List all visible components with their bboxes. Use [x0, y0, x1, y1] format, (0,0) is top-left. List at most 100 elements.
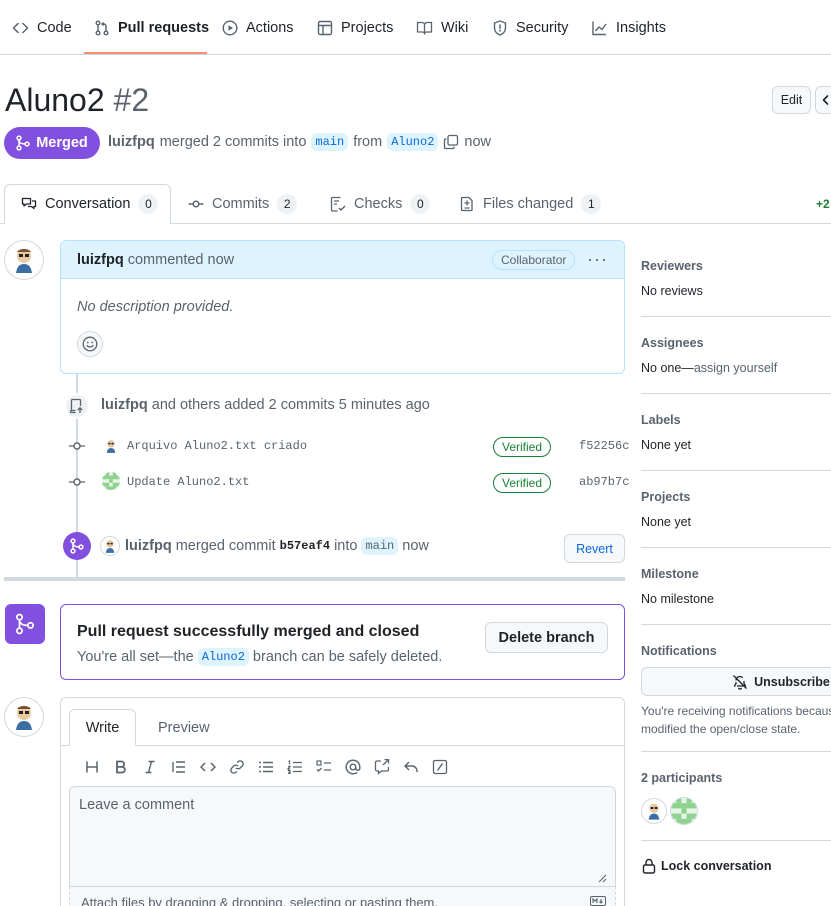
quote-icon[interactable]: [164, 756, 193, 778]
code-icon[interactable]: [193, 756, 222, 778]
merge-status-title: Pull request successfully merged and clo…: [77, 623, 420, 640]
bold-icon[interactable]: [106, 756, 135, 778]
tab-checks[interactable]: Checks 0: [330, 184, 431, 224]
reply-icon[interactable]: [396, 756, 425, 778]
reviewers-value: No reviews: [641, 284, 703, 298]
nav-security-label: Security: [516, 19, 569, 36]
projects-title[interactable]: Projects: [641, 490, 831, 504]
user-avatar-icon: [103, 438, 119, 454]
commits-author[interactable]: luizfpq: [101, 397, 148, 413]
tab-files-changed-label: Files changed: [483, 196, 574, 212]
comment-author[interactable]: luizfpq: [77, 252, 124, 268]
participant-avatar[interactable]: [641, 798, 667, 824]
avatar[interactable]: [4, 240, 44, 280]
merge-author[interactable]: luizfpq: [125, 538, 172, 554]
assignees-title[interactable]: Assignees: [641, 336, 831, 350]
attach-files-hint[interactable]: Attach files by dragging & dropping, sel…: [69, 886, 616, 906]
nav-code[interactable]: Code: [12, 0, 72, 55]
merge-status-desc: You're all set—the Aluno2 branch can be …: [77, 648, 442, 666]
lock-conversation-link[interactable]: Lock conversation: [642, 858, 771, 874]
tab-files-changed[interactable]: Files changed 1: [459, 184, 602, 224]
nav-pull-requests[interactable]: Pull requests: [94, 0, 209, 55]
state-label: Merged: [36, 135, 88, 151]
pr-number: #2: [113, 82, 150, 118]
merged-time: now: [464, 134, 492, 150]
tab-commits-label: Commits: [212, 196, 270, 212]
commit-dot-icon: [69, 476, 85, 488]
cross-reference-icon[interactable]: [367, 756, 396, 778]
tab-conversation[interactable]: Conversation 0: [4, 184, 171, 224]
commit-message-link[interactable]: Update Aluno2.txt: [127, 475, 249, 489]
avatar[interactable]: [103, 438, 119, 454]
italic-icon[interactable]: [135, 756, 164, 778]
verified-badge[interactable]: Verified: [493, 473, 552, 493]
merge-branch[interactable]: main: [361, 537, 399, 555]
sidebar-participants: 2 participants: [641, 771, 831, 785]
bell-slash-icon: [732, 674, 748, 690]
lock-icon: [642, 858, 656, 874]
tab-files-changed-count: 1: [581, 194, 602, 214]
heading-icon[interactable]: [77, 756, 106, 778]
commit-message-link[interactable]: Arquivo Aluno2.txt criado: [127, 439, 307, 453]
merge-sha-link[interactable]: b57eaf4: [280, 539, 330, 553]
kebab-horizontal-icon[interactable]: ···: [587, 249, 608, 270]
identicon-icon: [102, 472, 120, 490]
shield-icon: [492, 19, 508, 36]
add-reaction-button[interactable]: [77, 331, 103, 357]
pr-description-comment: luizfpq commented now Collaborator ··· N…: [60, 240, 625, 374]
merge-desc-branch[interactable]: Aluno2: [197, 648, 249, 666]
avatar[interactable]: [100, 536, 120, 556]
sidebar-projects: Projects None yet: [641, 490, 831, 529]
sidebar-divider: [641, 547, 831, 548]
comment-header: luizfpq commented now Collaborator ···: [61, 241, 624, 279]
delete-branch-button[interactable]: Delete branch: [485, 622, 608, 653]
unordered-list-icon[interactable]: [251, 756, 280, 778]
assign-yourself-link[interactable]: assign yourself: [694, 361, 777, 375]
avatar[interactable]: [102, 472, 120, 490]
sidebar-divider: [641, 393, 831, 394]
resize-grip-icon[interactable]: [597, 873, 607, 883]
file-diff-icon: [459, 196, 475, 212]
merge-time: now: [402, 538, 429, 554]
merge-text: merged commit: [175, 538, 276, 554]
nav-projects-label: Projects: [341, 19, 394, 36]
author-link[interactable]: luizfpq: [108, 134, 155, 150]
participant-avatar[interactable]: [670, 797, 698, 825]
milestone-title[interactable]: Milestone: [641, 567, 831, 581]
merge-desc-suffix: branch can be safely deleted.: [252, 649, 443, 665]
head-branch[interactable]: Aluno2: [387, 133, 439, 151]
avatar[interactable]: [4, 697, 44, 737]
edit-title-button[interactable]: Edit: [772, 86, 811, 114]
tab-commits[interactable]: Commits 2: [188, 184, 298, 224]
nav-actions[interactable]: Actions: [222, 0, 294, 55]
comment-textarea[interactable]: Leave a comment: [69, 786, 616, 886]
ordered-list-icon[interactable]: [280, 756, 309, 778]
copy-icon[interactable]: [443, 134, 459, 150]
revert-button[interactable]: Revert: [564, 534, 625, 563]
lock-conversation-label: Lock conversation: [661, 859, 772, 873]
nav-code-label: Code: [37, 19, 72, 36]
nav-projects[interactable]: Projects: [317, 0, 393, 55]
repo-push-icon: [69, 398, 85, 414]
reviewers-title[interactable]: Reviewers: [641, 259, 831, 273]
notifications-note-line1: You're receiving notifications becaus: [641, 704, 831, 718]
nav-security[interactable]: Security: [492, 0, 568, 55]
commit-sha-link[interactable]: ab97b7c: [579, 475, 629, 489]
base-branch[interactable]: main: [311, 133, 349, 151]
mention-icon[interactable]: [338, 756, 367, 778]
comment-body: No description provided.: [77, 299, 234, 315]
commit-dot-icon: [69, 440, 85, 452]
verified-badge[interactable]: Verified: [493, 437, 552, 457]
link-icon[interactable]: [222, 756, 251, 778]
tab-preview[interactable]: Preview: [158, 709, 210, 746]
slash-commands-icon[interactable]: [425, 756, 454, 778]
tab-write[interactable]: Write: [69, 709, 136, 746]
code-button[interactable]: [815, 86, 831, 114]
commit-sha-link[interactable]: f52256c: [579, 439, 629, 453]
nav-actions-label: Actions: [246, 19, 294, 36]
unsubscribe-button[interactable]: Unsubscribe: [641, 667, 831, 696]
labels-title[interactable]: Labels: [641, 413, 831, 427]
task-list-icon[interactable]: [309, 756, 338, 778]
nav-wiki[interactable]: Wiki: [416, 0, 468, 55]
nav-insights[interactable]: Insights: [591, 0, 666, 55]
